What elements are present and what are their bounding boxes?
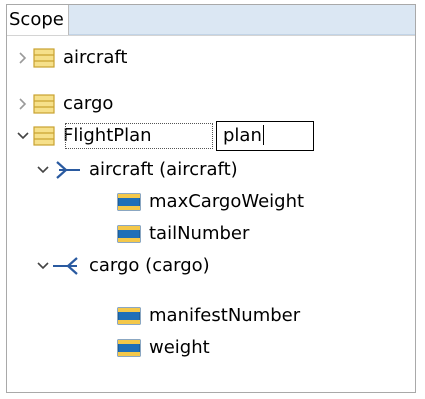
- chevron-down-icon[interactable]: [13, 131, 33, 141]
- class-icon: [33, 93, 55, 115]
- tree-item-label: aircraft: [63, 47, 128, 68]
- tree-item-manifest-number[interactable]: manifestNumber: [117, 301, 300, 331]
- chevron-down-icon[interactable]: [33, 261, 53, 271]
- chevron-down-icon[interactable]: [33, 165, 53, 175]
- text-caret: [262, 125, 265, 145]
- tree-item-flightplan[interactable]: FlightPlan: [13, 121, 152, 151]
- attribute-icon: [117, 306, 141, 326]
- attribute-icon: [117, 192, 141, 212]
- chevron-right-icon[interactable]: [13, 51, 33, 65]
- scope-column-header[interactable]: Scope: [7, 5, 69, 35]
- tree-item-aircraft[interactable]: aircraft: [13, 43, 127, 73]
- attribute-icon: [117, 224, 141, 244]
- tree-item-label: weight: [149, 337, 210, 358]
- rename-input-value: plan: [223, 125, 262, 146]
- tree-item-ref-aircraft[interactable]: aircraft (aircraft): [33, 155, 238, 185]
- header-filler: [68, 5, 415, 35]
- tree-item-label: FlightPlan: [63, 125, 152, 146]
- incoming-reference-icon: [53, 255, 81, 277]
- column-header: Scope: [7, 5, 415, 36]
- tree-item-label: cargo (cargo): [89, 255, 210, 276]
- attribute-icon: [117, 338, 141, 358]
- scope-panel: Scope aircraft cargo FlightPlan plan air…: [6, 4, 416, 393]
- tree-item-max-cargo-weight[interactable]: maxCargoWeight: [117, 187, 304, 217]
- tree-item-label: cargo: [63, 93, 114, 114]
- tree-item-tail-number[interactable]: tailNumber: [117, 219, 249, 249]
- tree-item-label: tailNumber: [149, 223, 250, 244]
- tree-item-label: maxCargoWeight: [149, 191, 305, 212]
- chevron-right-icon[interactable]: [13, 97, 33, 111]
- tree-item-cargo[interactable]: cargo: [13, 89, 113, 119]
- class-icon: [33, 125, 55, 147]
- class-icon: [33, 47, 55, 69]
- tree-item-weight[interactable]: weight: [117, 333, 210, 363]
- tree-item-label: aircraft (aircraft): [89, 159, 238, 180]
- outgoing-reference-icon: [53, 159, 81, 181]
- tree-item-ref-cargo[interactable]: cargo (cargo): [33, 251, 210, 281]
- rename-input[interactable]: plan: [216, 121, 314, 151]
- tree-item-label: manifestNumber: [149, 305, 301, 326]
